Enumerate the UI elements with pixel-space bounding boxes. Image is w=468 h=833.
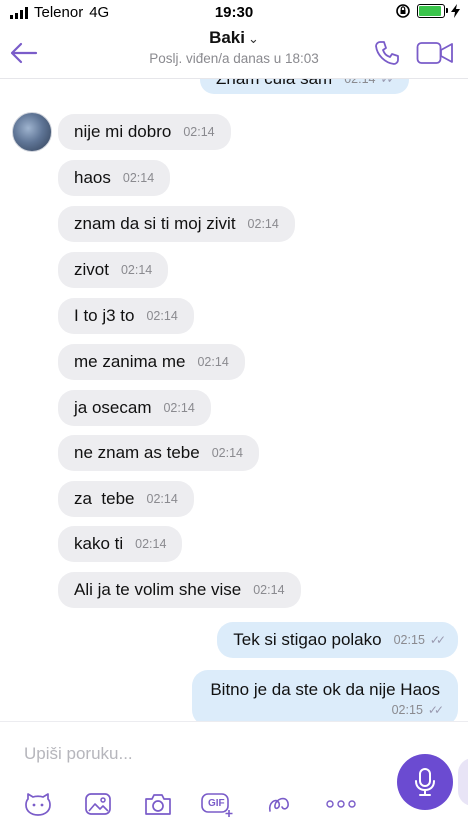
- video-call-icon[interactable]: [416, 40, 454, 66]
- message-input[interactable]: [22, 740, 366, 768]
- message-time: 02:14: [146, 492, 178, 506]
- outgoing-message[interactable]: Tek si stigao polako 02:15 ✓✓: [217, 622, 458, 658]
- microphone-icon: [415, 768, 435, 796]
- message-time: 02:15: [391, 702, 423, 717]
- message-text: znam da si ti moj zivit: [74, 214, 236, 233]
- message-time: 02:14: [247, 217, 279, 231]
- incoming-message[interactable]: nije mi dobro 02:14: [58, 114, 231, 150]
- rotation-lock-icon: [396, 4, 410, 18]
- incoming-message[interactable]: I to j3 to 02:14: [58, 298, 194, 334]
- expand-panel-button[interactable]: [458, 758, 468, 806]
- status-right: [395, 3, 460, 19]
- read-ticks-icon: ✓✓: [429, 633, 446, 647]
- incoming-message[interactable]: zivot 02:14: [58, 252, 169, 288]
- camera-icon[interactable]: [142, 788, 174, 820]
- sticker-icon[interactable]: [22, 788, 54, 820]
- message-time: 02:14: [211, 446, 243, 460]
- message-time: 02:14: [163, 401, 195, 415]
- message-time: 02:14: [183, 125, 215, 139]
- message-text: Tek si stigao polako: [233, 630, 382, 649]
- message-text: zivot: [74, 260, 109, 279]
- message-time: 02:14: [122, 171, 155, 185]
- message-time: 02:15: [393, 633, 425, 647]
- message-list[interactable]: Znam čula sam 02:14 ✓✓ nije mi dobro 02:…: [0, 78, 468, 721]
- message-text: ja osecam: [74, 398, 152, 417]
- phone-call-icon[interactable]: [372, 38, 402, 68]
- message-text: I to j3 to: [74, 306, 135, 325]
- message-text: kako ti: [74, 534, 124, 553]
- gallery-icon[interactable]: [82, 788, 114, 820]
- incoming-message[interactable]: me zanima me 02:14: [58, 344, 245, 380]
- message-time: 02:14: [253, 583, 285, 597]
- incoming-message[interactable]: ne znam as tebe 02:14: [58, 435, 259, 471]
- charging-icon: [451, 4, 460, 18]
- message-text: za tebe: [74, 489, 135, 508]
- doodle-icon[interactable]: [264, 788, 296, 820]
- message-text: me zanima me: [74, 352, 186, 371]
- composer-bar: GIF: [0, 721, 468, 833]
- chat-header: Baki ⌄ Poslj. viđen/a danas u 18:03: [0, 26, 468, 79]
- incoming-message[interactable]: kako ti 02:14: [58, 526, 183, 562]
- message-text: haos: [74, 168, 111, 187]
- message-text: Bitno je da ste ok da nije Haos: [210, 679, 440, 699]
- message-text: Ali ja te volim she vise: [74, 580, 242, 599]
- message-text: ne znam as tebe: [74, 443, 200, 462]
- message-time: 02:14: [146, 309, 178, 323]
- message-time: 02:14: [120, 263, 153, 277]
- message-time: 02:14: [197, 355, 229, 369]
- outgoing-message[interactable]: Znam čula sam 02:14 ✓✓: [200, 78, 409, 94]
- contact-name[interactable]: Baki: [209, 28, 245, 47]
- more-icon[interactable]: [324, 788, 358, 820]
- message-text: nije mi dobro: [74, 122, 172, 141]
- incoming-message[interactable]: ja osecam 02:14: [58, 390, 211, 426]
- gif-label: GIF: [208, 798, 225, 809]
- message-time: 02:14: [135, 537, 167, 551]
- status-bar: Telenor 4G 19:30: [0, 0, 468, 26]
- gif-button[interactable]: GIF: [200, 788, 236, 820]
- message-time: 02:14: [344, 78, 376, 86]
- incoming-message[interactable]: haos 02:14: [58, 160, 171, 196]
- incoming-message[interactable]: znam da si ti moj zivit 02:14: [58, 206, 295, 242]
- message-text: Znam čula sam: [216, 78, 333, 88]
- read-ticks-icon: ✓✓: [380, 78, 396, 86]
- chevron-down-icon[interactable]: ⌄: [248, 31, 259, 46]
- battery-icon: [417, 4, 448, 18]
- contact-avatar[interactable]: [12, 112, 52, 152]
- voice-message-button[interactable]: [397, 754, 453, 810]
- incoming-message[interactable]: za tebe 02:14: [58, 481, 194, 517]
- read-ticks-icon: ✓✓: [427, 702, 444, 717]
- outgoing-message[interactable]: Bitno je da ste ok da nije Haos 02:15 ✓✓: [192, 670, 458, 721]
- incoming-message[interactable]: Ali ja te volim she vise 02:14: [58, 572, 301, 608]
